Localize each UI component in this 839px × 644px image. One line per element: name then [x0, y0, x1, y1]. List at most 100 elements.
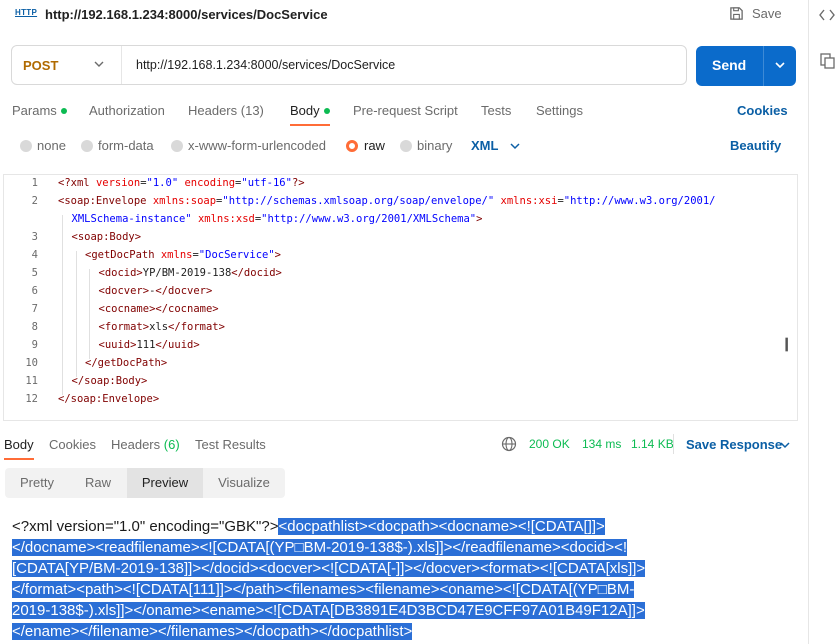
tab-authorization[interactable]: Authorization [89, 103, 165, 118]
radio-label-binary[interactable]: binary [417, 138, 452, 153]
indent-guide [75, 251, 77, 269]
divider [673, 434, 674, 454]
preview-line: </docname><readfilename><![CDATA[(YP□BM-… [12, 537, 802, 558]
view-raw[interactable]: Raw [69, 468, 127, 498]
code-token: "http://www.w3.org/2001/ [563, 195, 716, 207]
code-token: "http://www.w3.org/2001/XMLSchema" [261, 213, 477, 225]
http-request-icon: HTTP [15, 8, 38, 17]
indent-guide [62, 359, 63, 377]
tab-body[interactable]: Body [290, 103, 330, 118]
radio-binary[interactable] [400, 140, 412, 152]
view-preview[interactable]: Preview [127, 468, 203, 498]
tab-settings[interactable]: Settings [536, 103, 583, 118]
text-cursor-icon: Ⅰ [784, 335, 790, 355]
tab-pre-request-script[interactable]: Pre-request Script [353, 103, 458, 118]
view-pretty[interactable]: Pretty [5, 468, 69, 498]
selected-text: </docname><readfilename><![CDATA[(YP□BM-… [12, 539, 628, 556]
response-tab-test-results[interactable]: Test Results [195, 437, 266, 452]
code-icon[interactable] [819, 8, 835, 22]
line-number: 10 [25, 357, 38, 369]
code-line[interactable]: <cocname></cocname> [99, 303, 219, 315]
line-number: 2 [31, 195, 38, 207]
line-number: 4 [31, 249, 38, 261]
send-label[interactable]: Send [712, 57, 746, 73]
tab-tests[interactable]: Tests [481, 103, 511, 118]
code-token: xls [149, 321, 169, 333]
line-number: 1 [31, 177, 38, 189]
url-input[interactable]: http://192.168.1.234:8000/services/DocSe… [136, 58, 395, 72]
code-line[interactable]: <docver>-</docver> [99, 285, 213, 297]
indent-guide [62, 305, 63, 323]
code-token: xmlns:soap [152, 195, 217, 207]
chevron-down-icon[interactable] [773, 58, 787, 72]
code-token: </getDocPath> [85, 357, 168, 369]
radio-label-raw[interactable]: raw [364, 138, 385, 153]
radio-label-x-www-form-urlencoded[interactable]: x-www-form-urlencoded [188, 138, 326, 153]
preview-line: [CDATA[YP/BM-2019-138]]></docid><docver>… [12, 558, 802, 579]
response-size[interactable]: 1.14 KB [631, 437, 674, 451]
radio-x-www-form-urlencoded[interactable] [171, 140, 183, 152]
divider [763, 46, 764, 86]
radio-none[interactable] [20, 140, 32, 152]
code-line[interactable]: <uuid>111</uuid> [99, 339, 200, 351]
code-token: </uuid> [155, 339, 200, 351]
code-line[interactable]: <soap:Body> [72, 231, 142, 243]
save-button[interactable]: Save [729, 6, 782, 21]
code-line[interactable]: <soap:Envelope xmlns:soap="http://schema… [58, 195, 715, 207]
status-code[interactable]: 200 OK [529, 437, 570, 451]
cookies-link[interactable]: Cookies [737, 103, 788, 118]
indent-guide [62, 215, 63, 233]
code-token: "1.0" [146, 177, 179, 189]
tab-headers[interactable]: Headers (13) [188, 103, 264, 118]
code-line[interactable]: <docid>YP/BM-2019-138</docid> [99, 267, 282, 279]
code-line[interactable]: XMLSchema-instance" xmlns:xsd="http://ww… [72, 213, 483, 225]
radio-form-data[interactable] [81, 140, 93, 152]
radio-label-form-data[interactable]: form-data [98, 138, 154, 153]
code-line[interactable]: </getDocPath> [85, 357, 167, 369]
code-line[interactable]: <format>xls</format> [99, 321, 225, 333]
chevron-down-icon[interactable] [93, 57, 105, 71]
response-time[interactable]: 134 ms [582, 437, 621, 451]
code-token: <getDocPath [85, 249, 161, 261]
radio-raw[interactable] [346, 140, 358, 152]
indent-guide [62, 269, 63, 287]
line-number: 7 [31, 303, 38, 315]
chevron-down-icon[interactable] [509, 139, 521, 153]
globe-icon[interactable] [501, 436, 517, 452]
line-number: 12 [25, 393, 38, 405]
code-token: > [476, 213, 483, 225]
code-line[interactable]: <?xml version="1.0" encoding="utf-16"?> [58, 177, 305, 189]
code-line[interactable]: </soap:Body> [72, 375, 148, 387]
selected-text: <docpathlist><docpath><docname><![CDATA[… [278, 518, 605, 535]
save-icon [730, 7, 743, 20]
code-token: "utf-16" [241, 177, 292, 189]
method-select[interactable]: POST [23, 58, 58, 73]
tab-params[interactable]: Params [12, 103, 67, 118]
line-number: 9 [31, 339, 38, 351]
line-number: 11 [25, 375, 38, 387]
save-response-button[interactable]: Save Response [686, 437, 782, 452]
line-number: 3 [31, 231, 38, 243]
response-preview[interactable]: <?xml version="1.0" encoding="GBK"?><doc… [12, 516, 802, 642]
documentation-icon[interactable] [820, 53, 835, 69]
response-tab-headers[interactable]: Headers (6) [111, 437, 180, 452]
response-tab-body[interactable]: Body [4, 437, 34, 452]
code-line[interactable]: </soap:Envelope> [58, 393, 159, 405]
selected-text: [CDATA[YP/BM-2019-138]]></docid><docver>… [12, 560, 646, 577]
code-token: </docid> [231, 267, 282, 279]
code-line[interactable]: <getDocPath xmlns="DocService"> [85, 249, 281, 261]
beautify-button[interactable]: Beautify [730, 138, 781, 153]
chevron-down-icon[interactable] [779, 438, 791, 452]
code-token: </soap:Envelope> [58, 393, 160, 405]
indent-guide [62, 251, 63, 269]
line-number: 8 [31, 321, 38, 333]
request-title[interactable]: http://192.168.1.234:8000/services/DocSe… [45, 7, 328, 22]
code-token: version [95, 177, 141, 189]
code-token: > [274, 249, 281, 261]
response-tab-cookies[interactable]: Cookies [49, 437, 96, 452]
format-select[interactable]: XML [471, 138, 498, 153]
view-visualize[interactable]: Visualize [203, 468, 285, 498]
radio-label-none[interactable]: none [37, 138, 66, 153]
code-token: <cocname></cocname> [98, 303, 219, 315]
indent-guide [62, 287, 63, 305]
